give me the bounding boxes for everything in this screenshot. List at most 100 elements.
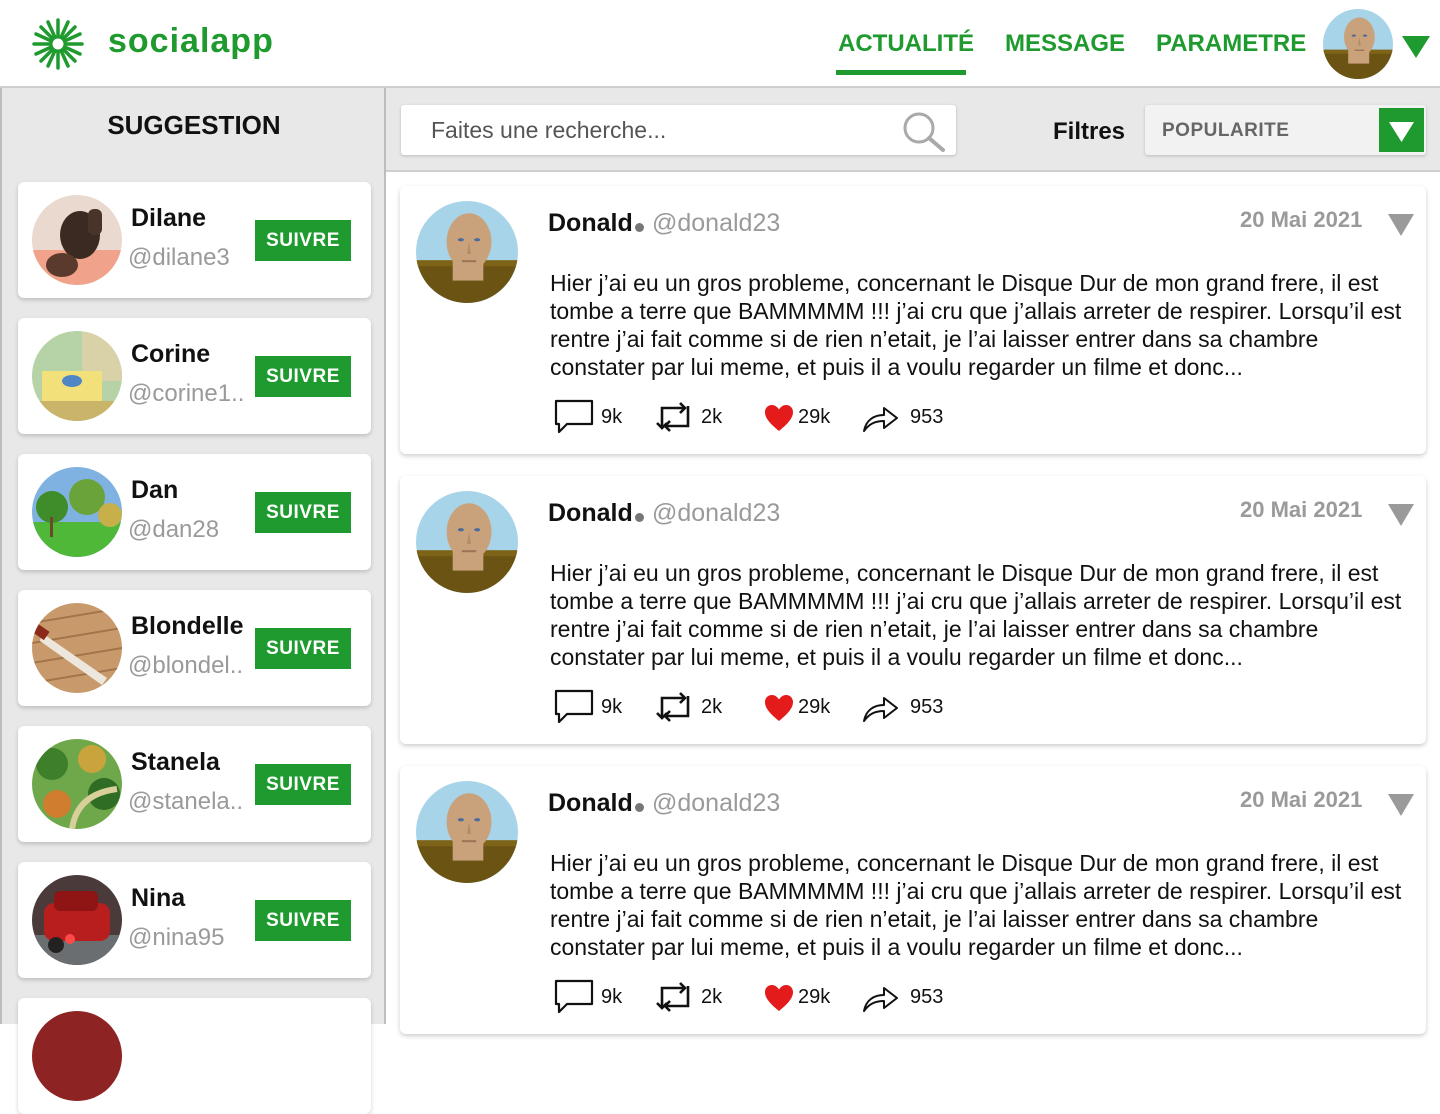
like-button[interactable]: 29k (764, 398, 844, 438)
like-count: 29k (798, 986, 831, 1008)
like-count: 29k (798, 406, 831, 428)
share-button[interactable]: 953 (862, 688, 952, 728)
share-count: 953 (910, 696, 944, 718)
share-icon (863, 697, 898, 722)
share-button[interactable]: 953 (862, 978, 952, 1018)
comment-icon (554, 689, 594, 724)
post-handle[interactable]: @donald23 (652, 209, 780, 238)
comment-count: 9k (601, 696, 623, 718)
retweet-button[interactable]: 2k (655, 978, 735, 1018)
post-date: 20 Mai 2021 (1240, 787, 1363, 812)
post-menu-icon[interactable] (1388, 214, 1414, 236)
user-avatar[interactable] (1323, 9, 1393, 79)
comment-count: 9k (601, 406, 623, 428)
comment-button[interactable]: 9k (553, 398, 633, 438)
retweet-icon (656, 692, 690, 722)
comment-button[interactable]: 9k (553, 978, 633, 1018)
comment-count: 9k (601, 986, 623, 1008)
avatar[interactable] (32, 875, 122, 965)
post-menu-icon[interactable] (1388, 794, 1414, 816)
avatar[interactable] (32, 467, 122, 557)
suggestion-handle: @stanela.. (128, 788, 244, 815)
post-menu-icon[interactable] (1388, 504, 1414, 526)
follow-button[interactable]: SUIVRE (255, 220, 351, 261)
post-card: Donald @donald23 20 Mai 2021 Hier j’ai e… (400, 186, 1426, 454)
post-card: Donald @donald23 20 Mai 2021 Hier j’ai e… (400, 766, 1426, 1034)
suggestion-handle: @dan28 (128, 516, 220, 543)
suggestion-card: Stanela @stanela.. SUIVRE (18, 726, 371, 842)
post-date: 20 Mai 2021 (1240, 207, 1363, 232)
suggestion-name[interactable]: Corine (131, 340, 210, 369)
share-icon (863, 987, 898, 1012)
post-body: Hier j’ai eu un gros probleme, concernan… (550, 270, 1402, 380)
app-name[interactable]: socialapp (108, 22, 274, 61)
post-author[interactable]: Donald (548, 209, 633, 238)
share-button[interactable]: 953 (862, 398, 952, 438)
suggestion-card: Blondelle @blondel.. SUIVRE (18, 590, 371, 706)
avatar[interactable] (416, 491, 518, 593)
post-date: 20 Mai 2021 (1240, 497, 1363, 522)
follow-button[interactable]: SUIVRE (255, 356, 351, 397)
chevron-down-icon[interactable] (1402, 36, 1430, 58)
nav-parametre[interactable]: PARAMETRE (1156, 30, 1306, 58)
filter-dropdown-button[interactable] (1379, 108, 1424, 152)
post-body: Hier j’ai eu un gros probleme, concernan… (550, 560, 1402, 670)
suggestion-handle: @nina95 (128, 924, 225, 951)
follow-button[interactable]: SUIVRE (255, 628, 351, 669)
separator-dot (635, 513, 644, 522)
follow-button[interactable]: SUIVRE (255, 492, 351, 533)
avatar[interactable] (416, 781, 518, 883)
suggestion-card (18, 998, 371, 1114)
search-input[interactable] (401, 105, 891, 155)
suggestion-name[interactable]: Nina (131, 884, 185, 913)
avatar[interactable] (32, 739, 122, 829)
post-card: Donald @donald23 20 Mai 2021 Hier j’ai e… (400, 476, 1426, 744)
suggestion-name[interactable]: Dilane (131, 204, 206, 233)
top-bar: socialapp ACTUALITÉ MESSAGE PARAMETRE (0, 0, 1440, 88)
nav-actualite[interactable]: ACTUALITÉ (838, 30, 974, 58)
avatar[interactable] (32, 195, 122, 285)
suggestion-name[interactable]: Blondelle (131, 612, 244, 641)
retweet-icon (656, 982, 690, 1012)
suggestion-sidebar: SUGGESTION Dilane @dilane3 SUIVRE Corine… (0, 88, 386, 1114)
search-icon[interactable] (901, 110, 947, 152)
retweet-count: 2k (701, 986, 723, 1008)
suggestion-handle: @corine1.. (128, 380, 245, 407)
post-author[interactable]: Donald (548, 499, 633, 528)
share-count: 953 (910, 986, 944, 1008)
heart-icon (765, 985, 793, 1011)
search-box (401, 105, 956, 155)
suggestion-handle: @blondel.. (128, 652, 244, 679)
chevron-down-icon (1389, 122, 1414, 142)
comment-button[interactable]: 9k (553, 688, 633, 728)
filter-select[interactable]: POPULARITE (1145, 105, 1426, 155)
retweet-button[interactable]: 2k (655, 688, 735, 728)
avatar[interactable] (416, 201, 518, 303)
suggestion-name[interactable]: Stanela (131, 748, 220, 777)
post-author[interactable]: Donald (548, 789, 633, 818)
post-handle[interactable]: @donald23 (652, 789, 780, 818)
follow-button[interactable]: SUIVRE (255, 764, 351, 805)
share-count: 953 (910, 406, 944, 428)
post-handle[interactable]: @donald23 (652, 499, 780, 528)
retweet-button[interactable]: 2k (655, 398, 735, 438)
retweet-icon (656, 402, 690, 432)
suggestion-card: Dan @dan28 SUIVRE (18, 454, 371, 570)
avatar[interactable] (32, 331, 122, 421)
suggestion-name[interactable]: Dan (131, 476, 178, 505)
avatar[interactable] (32, 1011, 122, 1101)
like-button[interactable]: 29k (764, 978, 844, 1018)
heart-icon (765, 695, 793, 721)
suggestion-handle: @dilane3 (128, 244, 230, 271)
like-button[interactable]: 29k (764, 688, 844, 728)
feed-toolbar: Filtres POPULARITE (386, 88, 1440, 172)
logo-icon[interactable] (30, 16, 86, 72)
suggestion-card: Dilane @dilane3 SUIVRE (18, 182, 371, 298)
separator-dot (635, 223, 644, 232)
nav-message[interactable]: MESSAGE (1005, 30, 1125, 58)
follow-button[interactable]: SUIVRE (255, 900, 351, 941)
avatar[interactable] (32, 603, 122, 693)
nav-active-indicator (836, 70, 966, 75)
like-count: 29k (798, 696, 831, 718)
suggestion-card: Corine @corine1.. SUIVRE (18, 318, 371, 434)
